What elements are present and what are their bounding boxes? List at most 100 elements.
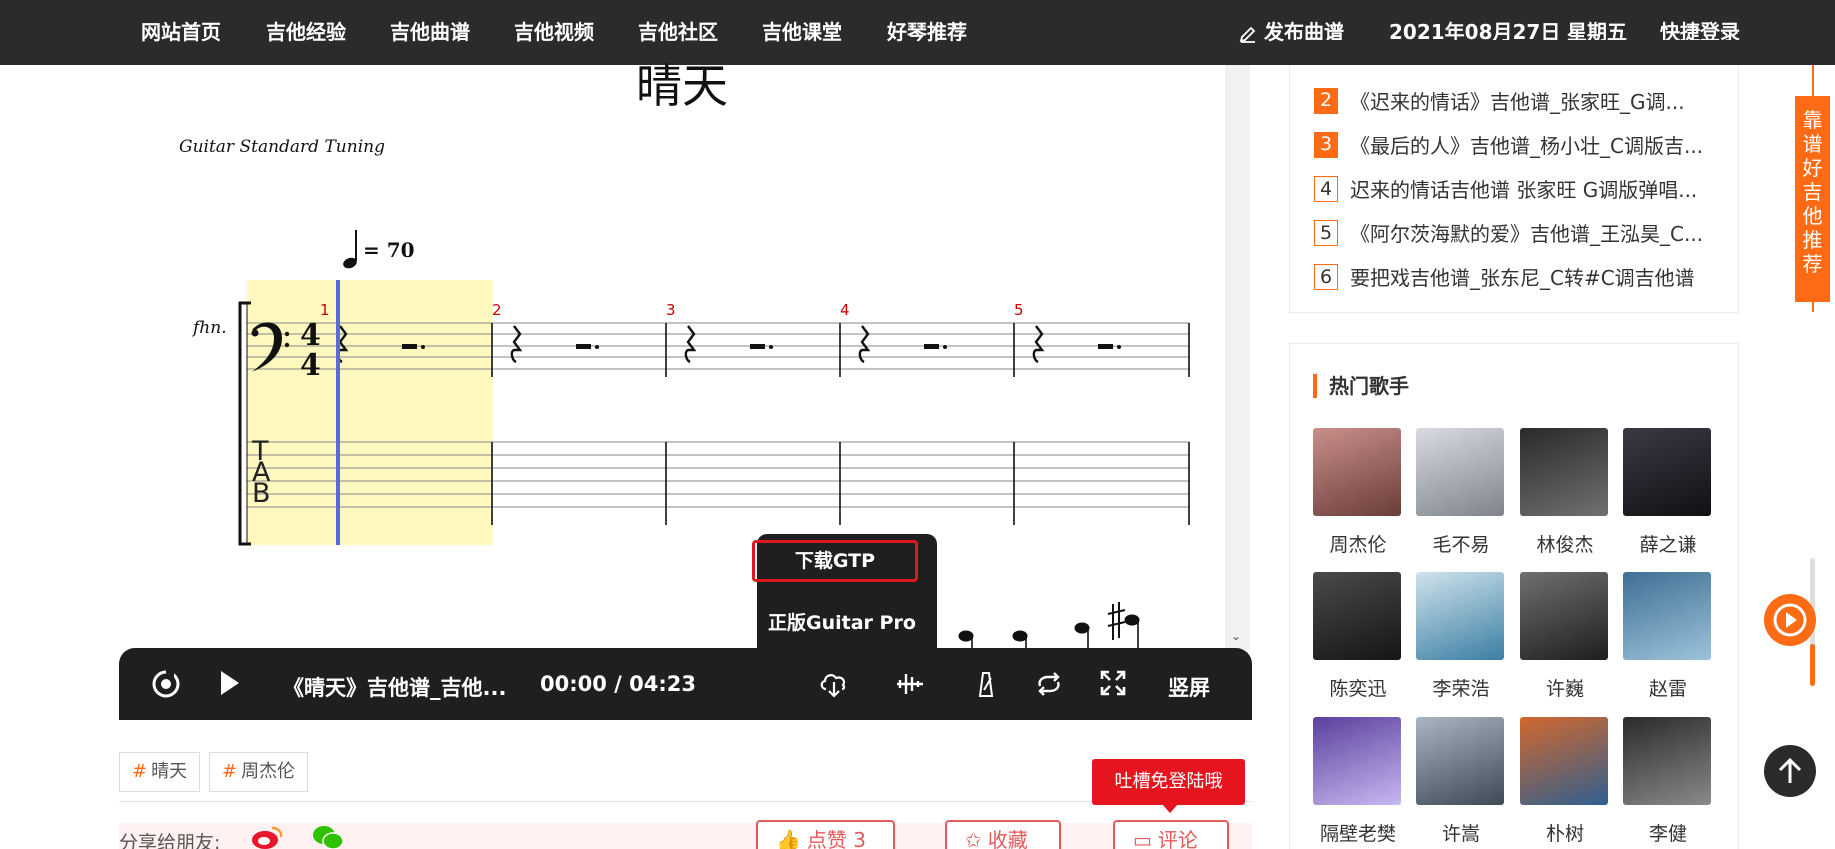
player-song-title: 《晴天》吉他谱_吉他... bbox=[283, 676, 507, 700]
chevron-down-icon[interactable]: ⌄ bbox=[1231, 630, 1243, 642]
singer-name: 许巍 bbox=[1545, 678, 1584, 700]
guitar-recommend-banner[interactable]: 靠谱好吉他推荐 bbox=[1795, 96, 1830, 302]
singer-card[interactable]: 毛不易 bbox=[1416, 428, 1506, 556]
singer-name: 李健 bbox=[1648, 823, 1687, 845]
play-icon[interactable] bbox=[219, 670, 241, 696]
replay-icon[interactable] bbox=[151, 669, 181, 699]
divider bbox=[119, 801, 1252, 802]
singer-name: 周杰伦 bbox=[1329, 534, 1387, 556]
singer-name: 朴树 bbox=[1545, 823, 1584, 845]
singer-name: 许嵩 bbox=[1441, 823, 1480, 845]
avatar bbox=[1416, 717, 1504, 805]
pen-icon bbox=[1239, 26, 1256, 43]
bar-number: 5 bbox=[1014, 301, 1024, 319]
hash-icon: # bbox=[222, 761, 238, 782]
vertical-screen-button[interactable]: 竖屏 bbox=[1168, 672, 1210, 702]
singer-name: 隔壁老樊 bbox=[1319, 823, 1396, 845]
avatar bbox=[1623, 717, 1711, 805]
ranking-item[interactable]: 2 《迟来的情话》吉他谱_张家旺_G调... bbox=[1314, 86, 1685, 114]
staff-lines bbox=[247, 322, 1189, 370]
barlines bbox=[491, 323, 1190, 525]
avatar bbox=[1623, 572, 1711, 660]
ranking-item[interactable]: 3 《最后的人》吉他谱_杨小壮_C调版吉... bbox=[1314, 130, 1703, 158]
player-time: 00:00 / 04:23 bbox=[540, 672, 696, 696]
singer-card[interactable]: 林俊杰 bbox=[1520, 428, 1610, 556]
comment-button[interactable]: ▭ 评论 bbox=[1113, 820, 1229, 849]
back-to-top-button[interactable] bbox=[1764, 745, 1816, 797]
singer-card[interactable]: 朴树 bbox=[1520, 717, 1610, 845]
tag-zhoujielun[interactable]: # 周杰伦 bbox=[209, 752, 309, 792]
avatar bbox=[1416, 572, 1504, 660]
floating-play-button[interactable] bbox=[1764, 594, 1816, 646]
bar-number: 2 bbox=[492, 301, 502, 319]
singer-card[interactable]: 赵雷 bbox=[1623, 572, 1713, 700]
singer-card[interactable]: 隔壁老樊 bbox=[1313, 717, 1403, 845]
banner-string bbox=[1812, 302, 1814, 312]
singer-card[interactable]: 李荣浩 bbox=[1416, 572, 1506, 700]
avatar bbox=[1520, 572, 1608, 660]
tucao-tooltip[interactable]: 吐槽免登陆哦 bbox=[1092, 759, 1245, 805]
share-label: 分享给朋友: bbox=[119, 832, 221, 849]
bar-number: 1 bbox=[320, 301, 330, 319]
singer-card[interactable]: 李健 bbox=[1623, 717, 1713, 845]
thumbs-up-icon: 👍 bbox=[776, 828, 801, 849]
singer-name: 李荣浩 bbox=[1432, 678, 1490, 700]
banner-string bbox=[1812, 65, 1814, 96]
wechat-icon[interactable] bbox=[311, 824, 345, 849]
volume-slider-fill bbox=[1810, 644, 1815, 686]
fullscreen-icon[interactable] bbox=[1100, 670, 1126, 696]
star-icon: ✩ bbox=[965, 828, 982, 849]
ranking-item[interactable]: 4 迟来的情话吉他谱 张家旺 G调版弹唱... bbox=[1314, 174, 1697, 202]
like-button[interactable]: 👍 点赞 3 bbox=[756, 820, 895, 849]
avatar bbox=[1520, 428, 1608, 516]
tooltip-arrow bbox=[1162, 804, 1178, 813]
collect-button[interactable]: ✩ 收藏 bbox=[945, 820, 1061, 849]
singer-name: 毛不易 bbox=[1432, 534, 1490, 556]
download-gtp-button[interactable]: 下载GTP bbox=[752, 540, 918, 582]
share-row bbox=[119, 823, 1252, 849]
system-bracket bbox=[238, 301, 251, 546]
cloud-download-icon[interactable] bbox=[818, 667, 850, 699]
bar-number: 4 bbox=[840, 301, 850, 319]
ranking-item[interactable]: 5 《阿尔茨海默的爱》吉他谱_王泓昊_C... bbox=[1314, 218, 1703, 246]
weibo-icon[interactable] bbox=[250, 824, 284, 849]
singer-name: 陈奕迅 bbox=[1329, 678, 1387, 700]
avatar bbox=[1520, 717, 1608, 805]
singer-card[interactable]: 许嵩 bbox=[1416, 717, 1506, 845]
instrument-label: fhn. bbox=[193, 318, 227, 338]
tab-lines bbox=[247, 441, 1189, 508]
tempo-note-icon bbox=[343, 230, 357, 269]
play-icon bbox=[1773, 603, 1807, 637]
ranking-item[interactable]: 6 要把戏吉他谱_张东尼_C转#C调吉他谱 bbox=[1314, 262, 1695, 290]
bass-clef-icon bbox=[251, 322, 290, 372]
tempo-marking: = 70 bbox=[363, 238, 415, 262]
arrow-up-icon bbox=[1778, 757, 1802, 783]
comment-icon: ▭ bbox=[1133, 828, 1152, 849]
singer-card[interactable]: 周杰伦 bbox=[1313, 428, 1403, 556]
singer-name: 薛之谦 bbox=[1639, 534, 1697, 556]
avatar bbox=[1313, 428, 1401, 516]
loop-icon[interactable] bbox=[1034, 670, 1064, 698]
metronome-icon[interactable] bbox=[975, 670, 997, 698]
nav-overlap bbox=[1289, 40, 1740, 65]
hot-singers-title: 热门歌手 bbox=[1313, 374, 1409, 398]
avatar bbox=[1313, 717, 1401, 805]
avatar bbox=[1313, 572, 1401, 660]
next-system-notes bbox=[958, 602, 1140, 650]
singer-card[interactable]: 陈奕迅 bbox=[1313, 572, 1403, 700]
singer-card[interactable]: 许巍 bbox=[1520, 572, 1610, 700]
svg-text:4: 4 bbox=[300, 348, 321, 383]
tag-qingtian[interactable]: # 晴天 bbox=[119, 752, 201, 792]
hash-icon: # bbox=[132, 761, 148, 782]
tab-clef: T A B bbox=[252, 436, 271, 509]
guitar-pro-link[interactable]: 正版Guitar Pro bbox=[768, 608, 916, 635]
singer-name: 林俊杰 bbox=[1536, 534, 1594, 556]
avatar bbox=[1416, 428, 1504, 516]
sheet-scrollbar[interactable]: ⌄ bbox=[1225, 65, 1250, 650]
playback-cursor[interactable] bbox=[336, 280, 340, 545]
singer-name: 赵雷 bbox=[1648, 678, 1687, 700]
avatar bbox=[1623, 428, 1711, 516]
waveform-icon[interactable] bbox=[896, 670, 924, 698]
singer-card[interactable]: 薛之谦 bbox=[1623, 428, 1713, 556]
bar-number: 3 bbox=[666, 301, 676, 319]
